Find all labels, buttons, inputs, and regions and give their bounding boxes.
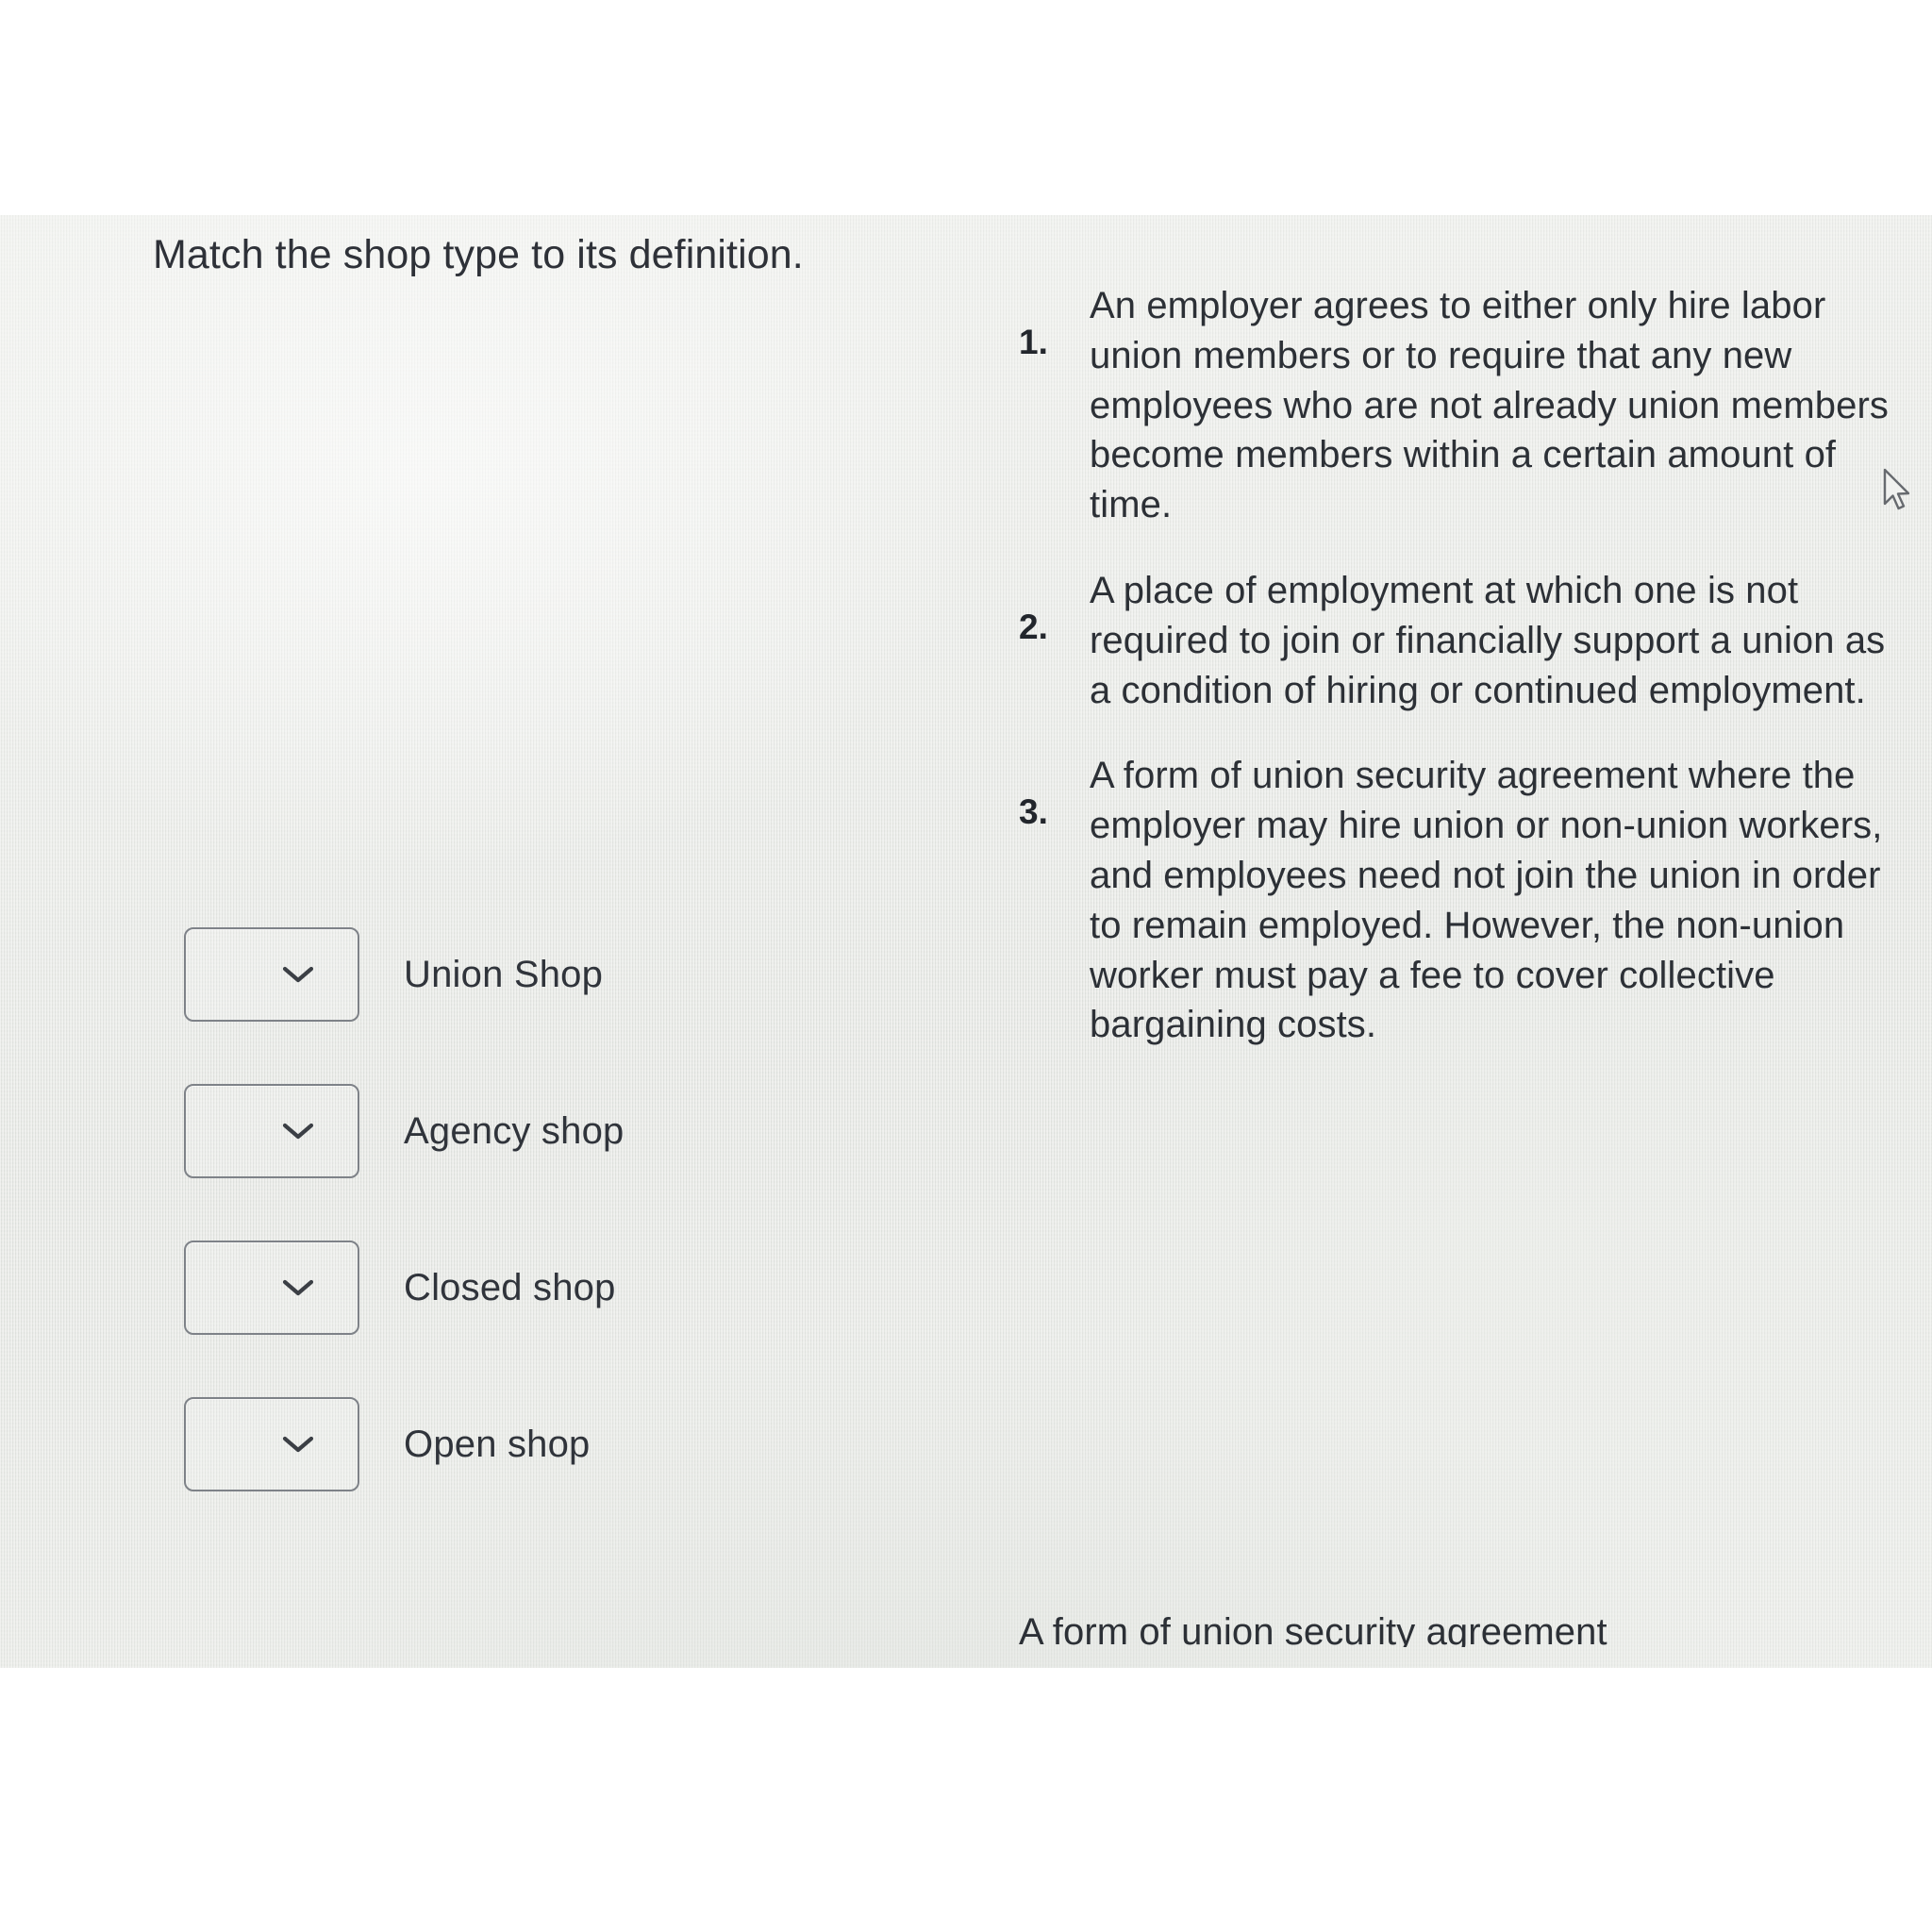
definition-item: 1. An employer agrees to either only hir…	[1019, 281, 1906, 530]
definition-text: A form of union security agreement	[1019, 1611, 1607, 1647]
definition-item: 2. A place of employment at which one is…	[1019, 566, 1906, 715]
screen-content: Match the shop type to its definition. U…	[0, 215, 1932, 1668]
definition-number: 3.	[1019, 792, 1048, 832]
match-row-label: Agency shop	[404, 1109, 625, 1152]
match-row: Open shop	[184, 1397, 844, 1491]
matching-list: Union Shop Agency shop Closed shop Open …	[184, 927, 844, 1554]
match-row-label: Open shop	[404, 1423, 591, 1465]
shop-type-dropdown-open-shop[interactable]	[184, 1397, 359, 1491]
mouse-pointer-icon	[1881, 468, 1913, 511]
match-row-label: Closed shop	[404, 1266, 616, 1308]
match-row: Closed shop	[184, 1241, 844, 1335]
chevron-down-icon	[282, 1435, 314, 1454]
definitions-list: 1. An employer agrees to either only hir…	[1019, 281, 1906, 1086]
photographed-screen-region: Match the shop type to its definition. U…	[0, 215, 1932, 1668]
match-row: Agency shop	[184, 1084, 844, 1178]
shop-type-dropdown-agency-shop[interactable]	[184, 1084, 359, 1178]
definition-text: A place of employment at which one is no…	[1090, 569, 1886, 711]
definition-number: 2.	[1019, 607, 1048, 646]
chevron-down-icon	[282, 1278, 314, 1297]
definition-item-clipped: A form of union security agreement	[1019, 1611, 1924, 1647]
definition-text: A form of union security agreement where…	[1090, 755, 1883, 1046]
definition-text: An employer agrees to either only hire l…	[1090, 285, 1889, 526]
definition-item: 3. A form of union security agreement wh…	[1019, 751, 1906, 1050]
page-title: Match the shop type to its definition.	[153, 232, 804, 277]
shop-type-dropdown-union-shop[interactable]	[184, 927, 359, 1022]
chevron-down-icon	[282, 1122, 314, 1141]
shop-type-dropdown-closed-shop[interactable]	[184, 1241, 359, 1335]
match-row: Union Shop	[184, 927, 844, 1022]
match-row-label: Union Shop	[404, 953, 604, 995]
chevron-down-icon	[282, 965, 314, 984]
definition-number: 1.	[1019, 323, 1048, 361]
